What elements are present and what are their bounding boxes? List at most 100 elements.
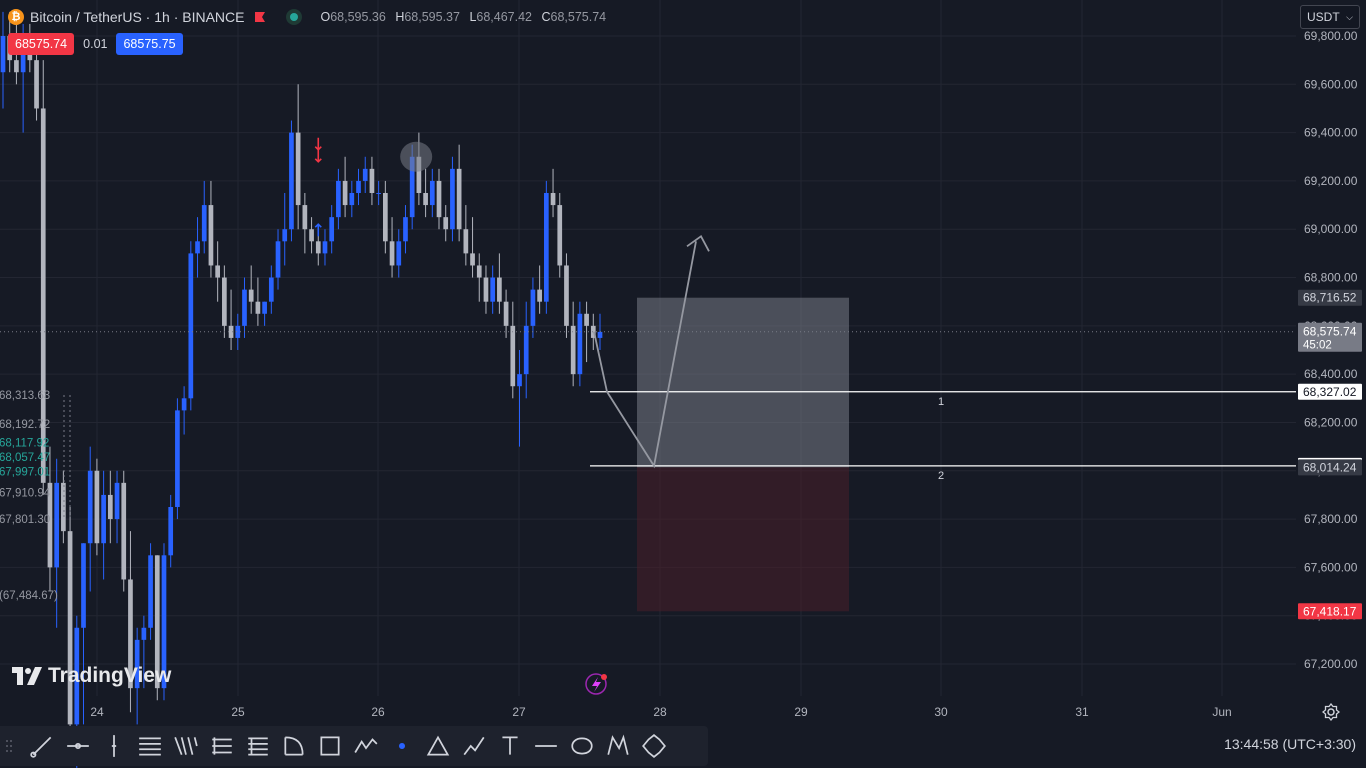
tradingview-logo[interactable]: TradingView: [12, 664, 171, 688]
candle-body: [503, 301, 509, 326]
ellipse-tool[interactable]: [564, 728, 600, 764]
horizontal-ray-tool[interactable]: [60, 728, 96, 764]
candle-body: [0, 36, 6, 73]
position-loss-zone: [637, 467, 849, 612]
horizontal-line-tool[interactable]: [528, 728, 564, 764]
price-axis-tick: 69,200.00: [1304, 174, 1358, 188]
head-shoulders-tool[interactable]: [636, 728, 672, 764]
candle-body: [262, 301, 267, 314]
market-status-icon[interactable]: [286, 9, 303, 25]
vertical-line-tool[interactable]: [96, 728, 132, 764]
candle-body: [195, 241, 200, 254]
buy-button[interactable]: 68575.75: [116, 33, 183, 55]
horizontal-line-icon: [535, 745, 557, 747]
candle-body: [490, 277, 496, 302]
time-axis-tick: 24: [90, 705, 104, 719]
ellipse-icon: [571, 737, 593, 755]
time-axis-tick: 30: [934, 705, 948, 719]
left-price-label: 67,910.94: [0, 487, 51, 499]
price-axis-tick: 68,200.00: [1304, 415, 1358, 429]
price-axis-tick: 68,400.00: [1304, 367, 1358, 381]
candle-body: [557, 205, 563, 266]
candle-body: [282, 229, 288, 242]
price-axis-tick: 69,000.00: [1304, 222, 1358, 236]
candle-body: [141, 627, 147, 640]
candle-body: [275, 241, 281, 278]
xabcd-pattern-tool[interactable]: [600, 728, 636, 764]
candle-body: [14, 60, 19, 73]
candle-body: [208, 205, 214, 266]
candle-body: [295, 132, 301, 206]
high-value: 68,595.37: [404, 10, 460, 24]
candle-body: [222, 277, 227, 326]
price-axis-tick: 69,600.00: [1304, 77, 1358, 91]
horizontal-line-label: 2: [938, 470, 944, 482]
currency-selector[interactable]: USDT ⌵: [1300, 5, 1360, 29]
spread-value: 0.01: [83, 37, 108, 51]
toolbar-tools: [24, 728, 672, 764]
dot-tool[interactable]: [384, 728, 420, 764]
candle-body: [107, 494, 113, 520]
currency-label: USDT: [1307, 10, 1340, 24]
head-shoulders-icon: [642, 734, 666, 758]
fib-channel-tool[interactable]: [240, 728, 276, 764]
parallel-channel-tool[interactable]: [132, 728, 168, 764]
candle-body: [423, 193, 428, 206]
candle-body: [356, 180, 361, 193]
tradingview-logo-text: TradingView: [48, 664, 172, 687]
clock-timezone[interactable]: 13:44:58 (UTC+3:30): [1224, 736, 1356, 752]
zigzag-tool[interactable]: [348, 728, 384, 764]
candle-body: [94, 470, 100, 544]
candle-body: [61, 482, 66, 532]
candle-body: [463, 229, 469, 254]
candle-body: [383, 193, 388, 242]
candle-body: [450, 168, 455, 230]
candle-body: [537, 289, 542, 302]
highlight-ellipse: [400, 141, 433, 172]
price-label-value: 68,014.24: [1303, 460, 1357, 474]
candle-body: [121, 482, 127, 580]
trend-line-tool[interactable]: [24, 728, 60, 764]
pitchfork-tool[interactable]: [168, 728, 204, 764]
arc-tool[interactable]: [276, 728, 312, 764]
rectangle-tool[interactable]: [312, 728, 348, 764]
candle-body: [570, 325, 576, 375]
candle-body: [483, 277, 489, 302]
flag-icon[interactable]: [254, 11, 266, 23]
path-tool[interactable]: [456, 728, 492, 764]
parallel-channel-icon: [139, 737, 161, 756]
candle-body: [342, 180, 348, 206]
close-label: C: [541, 10, 551, 24]
close-value: 68,575.74: [550, 10, 607, 24]
xabcd-pattern-icon: [607, 734, 629, 755]
candle-body: [309, 229, 314, 242]
price-chart[interactable]: 1 2 68,313.63 68,192.72 68,117.92 68,057.47 67…: [0, 0, 1366, 768]
candle-body: [403, 217, 408, 242]
sell-button[interactable]: 68575.74: [8, 33, 75, 55]
candle-body: [255, 301, 261, 314]
chevron-down-icon: ⌵: [1346, 11, 1353, 22]
candle-body: [242, 289, 247, 326]
candle-body: [81, 543, 86, 628]
candle-body: [248, 289, 254, 302]
price-axis-tick: 67,200.00: [1304, 657, 1358, 671]
text-tool[interactable]: [492, 728, 528, 764]
projection-arrowhead: [686, 234, 710, 252]
buy-arrow-icon: [314, 223, 322, 237]
candle-body: [268, 277, 274, 302]
symbol-title[interactable]: Bitcoin / TetherUS · 1h · BINANCE: [30, 9, 244, 25]
settings-gear-icon[interactable]: [1322, 703, 1340, 721]
candle-body: [215, 265, 220, 278]
pitchfork-icon: [174, 737, 198, 755]
candle-body: [54, 482, 60, 568]
candle-body: [336, 180, 341, 218]
zigzag-icon: [354, 738, 378, 753]
drag-handle-icon[interactable]: [4, 736, 14, 756]
left-price-label: 67,801.30: [0, 514, 50, 526]
candle-body: [168, 507, 174, 556]
path-icon: [463, 736, 485, 756]
triangle-tool[interactable]: [420, 728, 456, 764]
fib-retracement-tool[interactable]: [204, 728, 240, 764]
candle-body: [429, 180, 435, 206]
candle-body: [476, 265, 482, 278]
